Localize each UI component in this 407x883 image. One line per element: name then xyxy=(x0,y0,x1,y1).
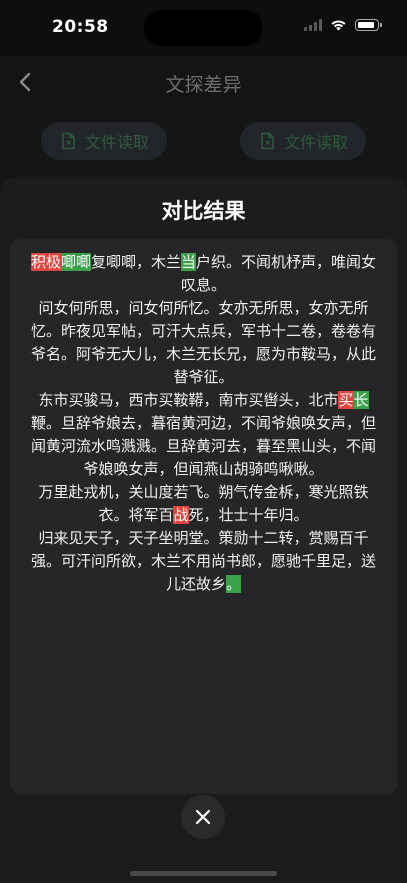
battery-icon xyxy=(355,19,382,31)
result-paragraph: 万里赴戎机，关山度若飞。朔气传金柝，寒光照铁衣。将军百战死，壮士十年归。 xyxy=(24,481,383,527)
unchanged-text: 问女何所思，问女何所忆。女亦无所思，女亦无所忆。昨夜见军帖，可汗大点兵，军书十二… xyxy=(30,299,376,386)
result-card: 积极唧唧复唧唧，木兰当户织。不闻机杼声，唯闻女叹息。 问女何所思，问女何所忆。女亦… xyxy=(10,239,397,794)
close-icon xyxy=(195,809,211,825)
unchanged-text: 户织。不闻机杼声，唯闻女叹息。 xyxy=(180,253,377,294)
read-file-button-left[interactable]: 文件读取 xyxy=(41,122,167,160)
inserted-text: 。 xyxy=(226,575,242,593)
inserted-text: 唧唧 xyxy=(60,253,91,271)
dynamic-island xyxy=(144,10,263,46)
unchanged-text: 复唧唧，木兰 xyxy=(90,253,181,271)
navigation-bar: 文探差异 xyxy=(0,56,407,108)
unchanged-text: 死，壮士十年归。 xyxy=(188,506,309,524)
read-file-button-right[interactable]: 文件读取 xyxy=(240,122,366,160)
result-paragraph: 积极唧唧复唧唧，木兰当户织。不闻机杼声，唯闻女叹息。 xyxy=(24,251,383,297)
result-text: 积极唧唧复唧唧，木兰当户织。不闻机杼声，唯闻女叹息。 问女何所思，问女何所忆。女亦… xyxy=(10,239,397,596)
file-read-icon xyxy=(261,132,274,150)
deleted-text: 积极 xyxy=(30,253,61,271)
read-file-label-right: 文件读取 xyxy=(283,133,348,152)
unchanged-text: 归来见天子，天子坐明堂。策勋十二转，赏赐百千强。可汗问所欲，木兰不用尚书郎，愿驰… xyxy=(30,529,376,593)
inserted-text: 长 xyxy=(353,391,369,409)
file-read-icon xyxy=(62,132,75,150)
deleted-text: 战 xyxy=(173,506,189,524)
sheet-title: 对比结果 xyxy=(161,199,246,223)
inserted-text: 当 xyxy=(181,253,197,271)
page-title: 文探差异 xyxy=(165,74,242,96)
signal-icon xyxy=(304,19,322,31)
result-paragraph: 归来见天子，天子坐明堂。策勋十二转，赏赐百千强。可汗问所欲，木兰不用尚书郎，愿驰… xyxy=(24,527,383,596)
deleted-text: 买 xyxy=(338,391,354,409)
close-button[interactable] xyxy=(181,795,225,839)
result-sheet: 对比结果 积极唧唧复唧唧，木兰当户织。不闻机杼声，唯闻女叹息。 问女何所思，问女何… xyxy=(0,177,407,883)
home-indicator xyxy=(130,871,277,876)
result-paragraph: 问女何所思，问女何所忆。女亦无所思，女亦无所忆。昨夜见军帖，可汗大点兵，军书十二… xyxy=(24,297,383,389)
result-paragraph: 东市买骏马，西市买鞍鞯，南市买辔头，北市买长鞭。旦辞爷娘去，暮宿黄河边，不闻爷娘… xyxy=(24,389,383,481)
wifi-icon xyxy=(331,20,346,31)
status-bar: 20:58 xyxy=(0,0,407,56)
status-icons xyxy=(304,19,382,31)
unchanged-text: 鞭。旦辞爷娘去，暮宿黄河边，不闻爷娘唤女声，但闻黄河流水鸣溅溅。旦辞黄河去，暮至… xyxy=(30,414,376,478)
read-file-label-left: 文件读取 xyxy=(84,133,149,152)
unchanged-text: 东市买骏马，西市买鞍鞯，南市买辔头，北市 xyxy=(38,391,339,409)
status-time: 20:58 xyxy=(52,17,109,37)
